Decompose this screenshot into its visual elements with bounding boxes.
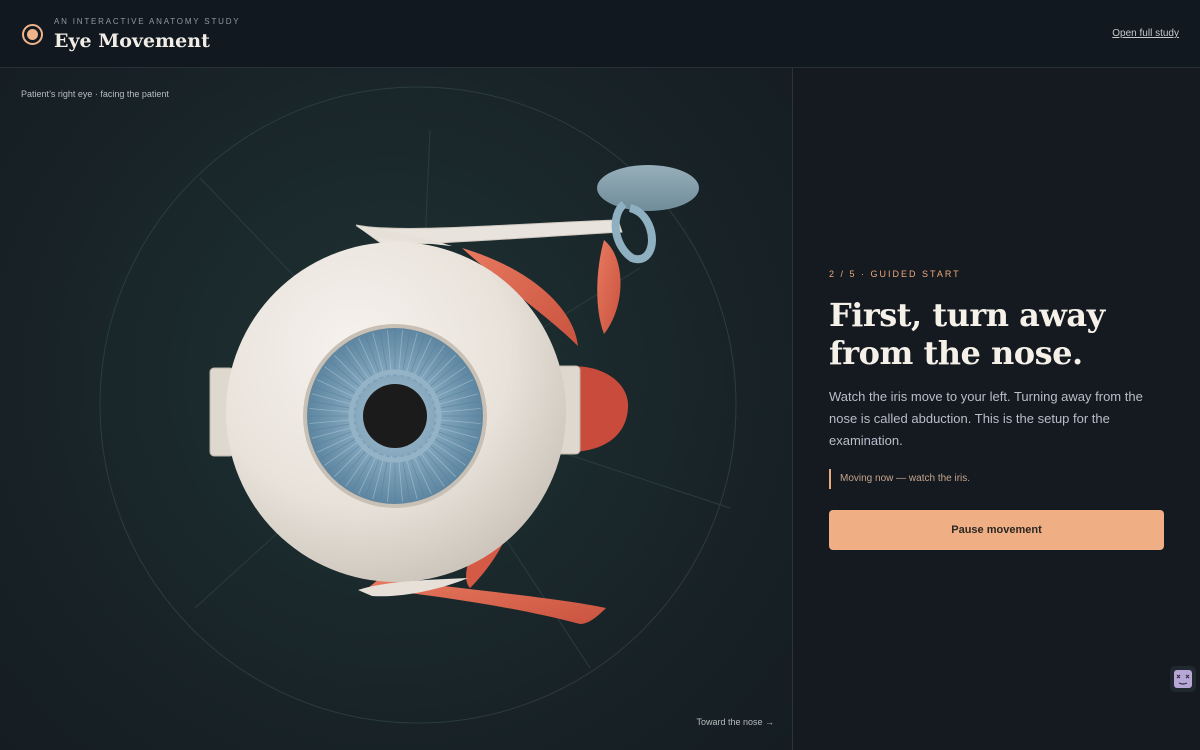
step-progress: 2 / 5 · GUIDED START <box>829 269 961 279</box>
open-full-study-link[interactable]: Open full study <box>1112 28 1179 39</box>
guided-step-panel: 2 / 5 · GUIDED START First, turn away fr… <box>793 68 1200 750</box>
movement-status: Moving now — watch the iris. <box>829 469 970 489</box>
assistant-avatar-icon[interactable] <box>1170 666 1196 692</box>
pupil <box>363 384 427 448</box>
step-headline: First, turn away from the nose. <box>829 296 1105 372</box>
pause-movement-button[interactable]: Pause movement <box>829 510 1164 550</box>
superior-oblique-muscle <box>597 240 621 334</box>
direction-indicator: Toward the nose → <box>696 717 774 727</box>
eye-model-scene[interactable] <box>0 68 792 750</box>
app-title: Eye Movement <box>54 30 210 52</box>
eye-logo-icon <box>22 24 43 45</box>
app-eyebrow: AN INTERACTIVE ANATOMY STUDY <box>54 17 241 26</box>
step-description: Watch the iris move to your left. Turnin… <box>829 389 1143 448</box>
app-header: AN INTERACTIVE ANATOMY STUDY Eye Movemen… <box>0 0 1200 68</box>
trochlea-pulley <box>597 165 699 211</box>
viewer-caption: Patient’s right eye · facing the patient <box>21 89 169 99</box>
anatomy-3d-viewer[interactable]: Patient’s right eye · facing the patient… <box>0 68 792 750</box>
